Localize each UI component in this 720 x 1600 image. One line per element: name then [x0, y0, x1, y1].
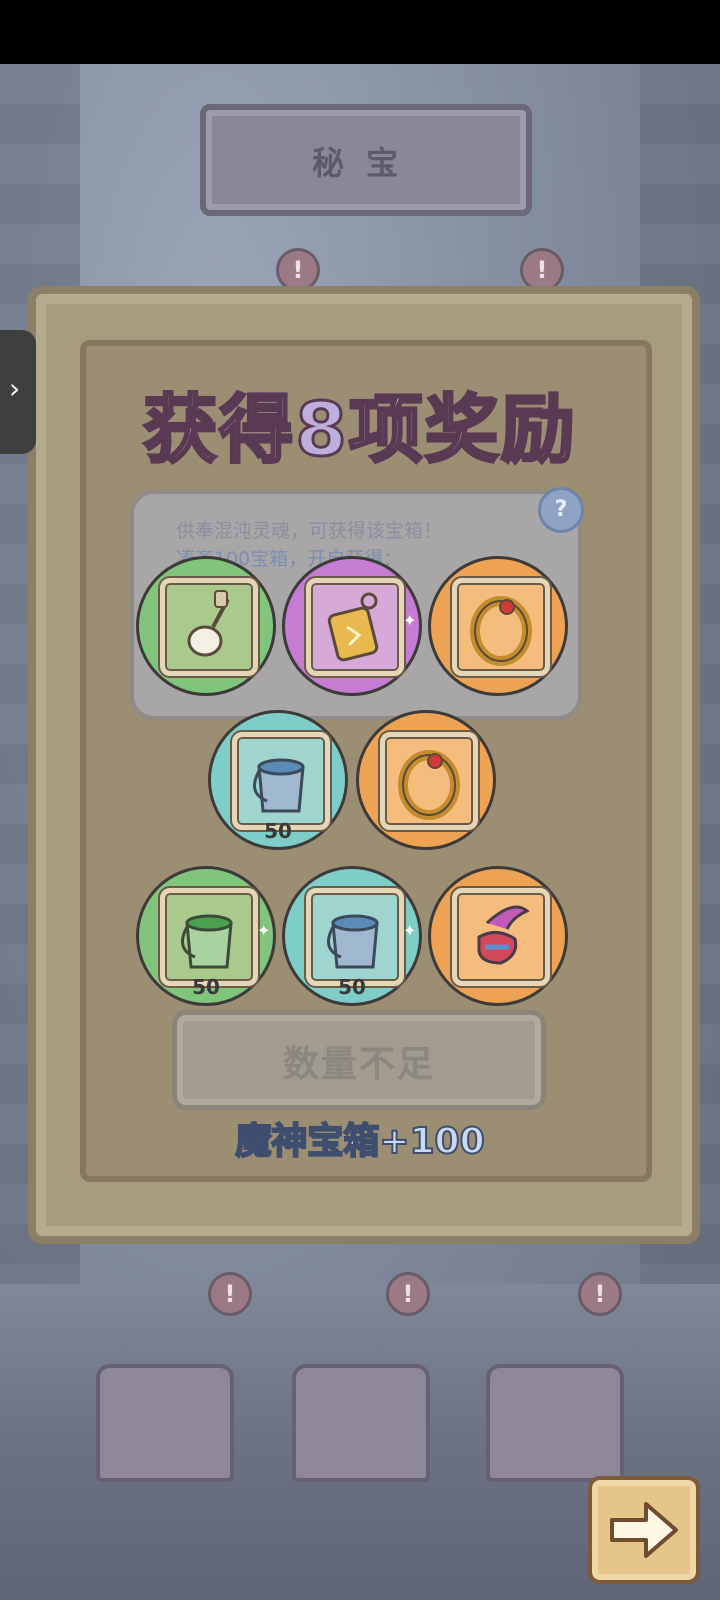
gold-amulet-icon	[327, 592, 379, 662]
header-plaque: 秘宝	[200, 104, 532, 216]
next-button[interactable]	[588, 1476, 700, 1584]
reward-tile	[452, 578, 550, 676]
reward-tile	[380, 732, 478, 830]
reward-tile	[160, 578, 258, 676]
reward-item[interactable]	[428, 866, 568, 1006]
ruby-ring-icon	[470, 596, 532, 666]
sparkle-icon: ✦	[403, 921, 417, 940]
side-drawer-tab[interactable]: ›	[0, 330, 36, 454]
chest-count-label: 魔神宝箱+100	[234, 1120, 485, 1163]
reward-amount: 50	[338, 975, 366, 999]
paint-bucket-icon	[181, 914, 233, 969]
paint-bucket-icon	[253, 758, 305, 813]
reward-tile	[306, 578, 404, 676]
reward-item[interactable]	[136, 556, 276, 696]
help-icon[interactable]: ?	[538, 487, 584, 533]
reward-item[interactable]: 50 ✦	[282, 866, 422, 1006]
treasure-chest[interactable]	[96, 1364, 234, 1482]
reward-item[interactable]	[428, 556, 568, 696]
reward-item[interactable]	[356, 710, 496, 850]
reward-item[interactable]: ✦	[282, 556, 422, 696]
alert-icon: !	[386, 1272, 430, 1316]
reward-item[interactable]: 50	[208, 710, 348, 850]
status-bar	[0, 0, 720, 64]
reward-amount: 50	[264, 819, 292, 843]
alert-icon: !	[578, 1272, 622, 1316]
reward-tile	[160, 888, 258, 986]
sparkle-icon: ✦	[403, 611, 417, 630]
winged-boots-icon	[477, 905, 530, 965]
reward-item[interactable]: 50 ✦	[136, 866, 276, 1006]
treasure-chest[interactable]	[486, 1364, 624, 1482]
arrow-right-icon	[610, 1502, 678, 1558]
insufficient-button-label: 数量不足	[282, 1044, 435, 1085]
info-text: 供奉混沌灵魂，可获得该宝箱！	[176, 520, 443, 542]
reward-tile	[306, 888, 404, 986]
reward-tile	[232, 732, 330, 830]
ruby-ring-icon	[398, 750, 460, 820]
paint-bucket-icon	[327, 914, 379, 969]
reward-amount: 50	[192, 975, 220, 999]
insufficient-button[interactable]: 数量不足	[172, 1010, 546, 1110]
sparkle-icon: ✦	[257, 921, 271, 940]
chevron-right-icon: ›	[9, 372, 21, 405]
reward-popup-title: 获得8项奖励	[0, 370, 720, 477]
alert-icon: !	[208, 1272, 252, 1316]
treasure-chest[interactable]	[292, 1364, 430, 1482]
pearl-pendant-icon	[187, 590, 230, 657]
header-title: 秘宝	[311, 144, 420, 182]
reward-tile	[452, 888, 550, 986]
